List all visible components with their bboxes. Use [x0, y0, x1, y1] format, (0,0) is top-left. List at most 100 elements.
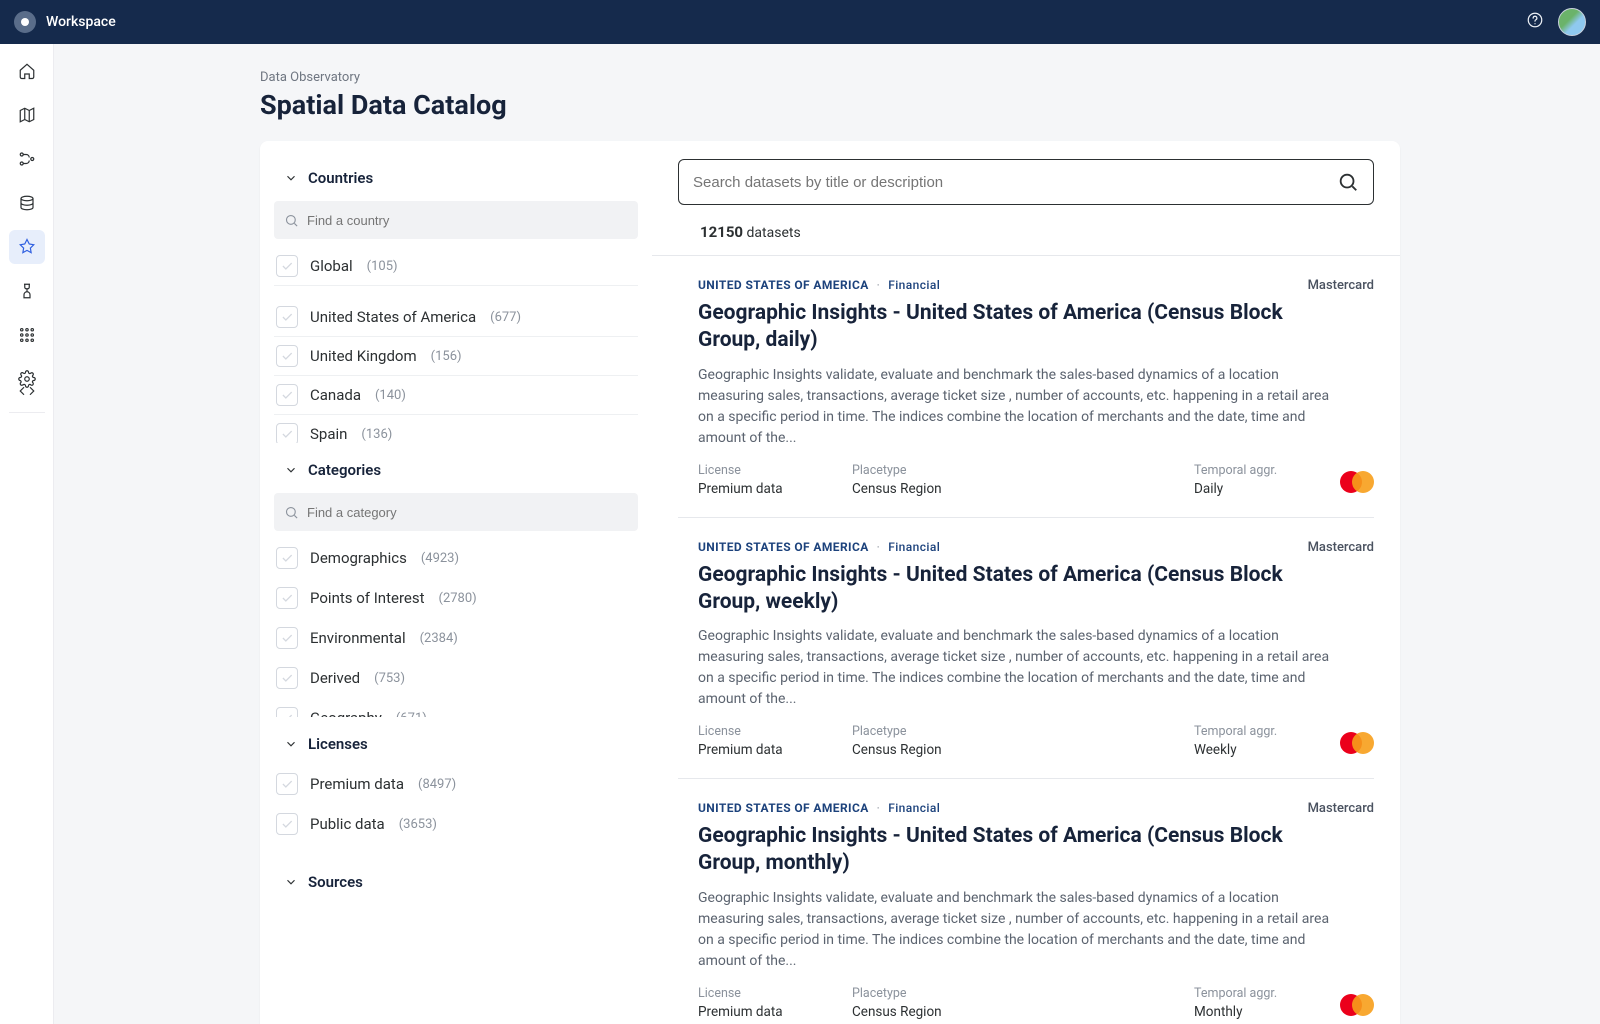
nav-rail [0, 44, 54, 1024]
checkbox-icon[interactable] [276, 345, 298, 367]
filter-item-label: United States of America [310, 308, 476, 326]
checkbox-icon[interactable] [276, 773, 298, 795]
dataset-meta: License Premium data Placetype Census Re… [698, 986, 1374, 1020]
checkbox-icon[interactable] [276, 707, 298, 717]
filter-item[interactable]: Premium data (8497) [274, 765, 638, 805]
dataset-provider: Mastercard [1308, 278, 1374, 293]
filter-search-categories[interactable] [274, 493, 638, 531]
meta-value-temporal: Daily [1194, 481, 1284, 497]
avatar[interactable] [1558, 8, 1586, 36]
nav-data-observatory[interactable] [9, 230, 45, 264]
filter-search-countries[interactable] [274, 201, 638, 239]
checkbox-icon[interactable] [276, 667, 298, 689]
meta-label-license: License [698, 463, 788, 478]
filter-item[interactable]: Spain (136) [274, 415, 638, 443]
result-count-label: datasets [747, 225, 801, 241]
dataset-category: Financial [888, 540, 940, 554]
meta-value-license: Premium data [698, 481, 788, 497]
checkbox-icon[interactable] [276, 627, 298, 649]
filter-header-categories[interactable]: Categories [260, 451, 652, 489]
filter-list-licenses[interactable]: Premium data (8497) Public data (3653) [260, 763, 652, 845]
dataset-title[interactable]: Geographic Insights - United States of A… [698, 562, 1318, 617]
filter-title: Categories [308, 461, 381, 479]
filter-item-count: (4923) [421, 551, 459, 566]
filter-item[interactable]: United States of America (677) [274, 298, 638, 337]
filter-item[interactable]: Environmental (2384) [274, 619, 638, 659]
search-box[interactable] [678, 159, 1374, 205]
filter-item[interactable]: Points of Interest (2780) [274, 579, 638, 619]
filter-item-count: (8497) [418, 777, 456, 792]
checkbox-icon[interactable] [276, 306, 298, 328]
filter-search-input-countries[interactable] [307, 213, 628, 228]
logo-icon[interactable] [14, 11, 36, 33]
meta-label-temporal: Temporal aggr. [1194, 463, 1284, 478]
checkbox-icon[interactable] [276, 547, 298, 569]
filter-header-countries[interactable]: Countries [260, 159, 652, 197]
filter-item[interactable]: Derived (753) [274, 659, 638, 699]
checkbox-icon[interactable] [276, 384, 298, 406]
filter-item-label: United Kingdom [310, 347, 417, 365]
dataset-tags: UNITED STATES OF AMERICA · Financial [698, 540, 1374, 554]
checkbox-icon[interactable] [276, 587, 298, 609]
filter-search-input-categories[interactable] [307, 505, 628, 520]
filter-item-count: (677) [490, 310, 521, 325]
filter-title: Licenses [308, 735, 368, 753]
results-panel: 12150 datasets UNITED STATES OF AMERICA … [652, 141, 1400, 1024]
checkbox-icon[interactable] [276, 813, 298, 835]
meta-value-temporal: Weekly [1194, 742, 1284, 758]
filter-header-licenses[interactable]: Licenses [260, 725, 652, 763]
filter-item-label: Global [310, 257, 353, 275]
filter-item[interactable]: Demographics (4923) [274, 539, 638, 579]
nav-connections[interactable] [9, 274, 45, 308]
filter-item[interactable]: Global (105) [274, 247, 638, 286]
separator-dot: · [877, 801, 881, 815]
chevron-down-icon [284, 737, 298, 751]
filter-section-sources: Sources [260, 863, 652, 901]
filter-item-count: (671) [396, 711, 427, 718]
separator-dot: · [877, 278, 881, 292]
separator-dot: · [877, 540, 881, 554]
filter-list-countries[interactable]: Global (105) United States of America (6… [260, 245, 652, 443]
dataset-item[interactable]: UNITED STATES OF AMERICA · Financial Mas… [678, 779, 1374, 1024]
meta-label-placetype: Placetype [852, 463, 942, 478]
filter-item[interactable]: Canada (140) [274, 376, 638, 415]
dataset-description: Geographic Insights validate, evaluate a… [698, 365, 1348, 449]
filter-header-sources[interactable]: Sources [260, 863, 652, 901]
filter-item[interactable]: United Kingdom (156) [274, 337, 638, 376]
filter-section-licenses: Licenses Premium data (8497) Public data… [260, 725, 652, 845]
search-input[interactable] [693, 174, 1337, 191]
dataset-meta: License Premium data Placetype Census Re… [698, 724, 1374, 758]
workspace-name[interactable]: Workspace [46, 14, 116, 30]
filter-item[interactable]: Public data (3653) [274, 805, 638, 845]
nav-maps[interactable] [9, 98, 45, 132]
dataset-title[interactable]: Geographic Insights - United States of A… [698, 823, 1318, 878]
chevron-down-icon [284, 171, 298, 185]
dataset-item[interactable]: UNITED STATES OF AMERICA · Financial Mas… [678, 518, 1374, 780]
filter-list-categories[interactable]: Demographics (4923) Points of Interest (… [260, 537, 652, 717]
meta-label-placetype: Placetype [852, 724, 942, 739]
dataset-tags: UNITED STATES OF AMERICA · Financial [698, 278, 1374, 292]
checkbox-icon[interactable] [276, 423, 298, 443]
nav-workflows[interactable] [9, 142, 45, 176]
filter-section-categories: Categories Demographics (4923) [260, 451, 652, 717]
nav-home[interactable] [9, 54, 45, 88]
dataset-title[interactable]: Geographic Insights - United States of A… [698, 300, 1318, 355]
meta-value-placetype: Census Region [852, 481, 942, 497]
nav-apps[interactable] [9, 318, 45, 352]
filter-title: Countries [308, 169, 373, 187]
meta-value-temporal: Monthly [1194, 1004, 1284, 1020]
filter-title: Sources [308, 873, 363, 891]
nav-data-explorer[interactable] [9, 186, 45, 220]
nav-collapse-toggle[interactable] [9, 374, 45, 408]
breadcrumb[interactable]: Data Observatory [54, 70, 1600, 85]
meta-label-license: License [698, 986, 788, 1001]
checkbox-icon[interactable] [276, 255, 298, 277]
filter-item-count: (753) [374, 671, 405, 686]
dataset-category: Financial [888, 801, 940, 815]
dataset-country: UNITED STATES OF AMERICA [698, 801, 869, 815]
filter-item-label: Demographics [310, 549, 407, 567]
help-icon[interactable] [1526, 11, 1544, 33]
filter-item-label: Points of Interest [310, 589, 425, 607]
filter-item[interactable]: Geography (671) [274, 699, 638, 717]
dataset-item[interactable]: UNITED STATES OF AMERICA · Financial Mas… [678, 256, 1374, 518]
